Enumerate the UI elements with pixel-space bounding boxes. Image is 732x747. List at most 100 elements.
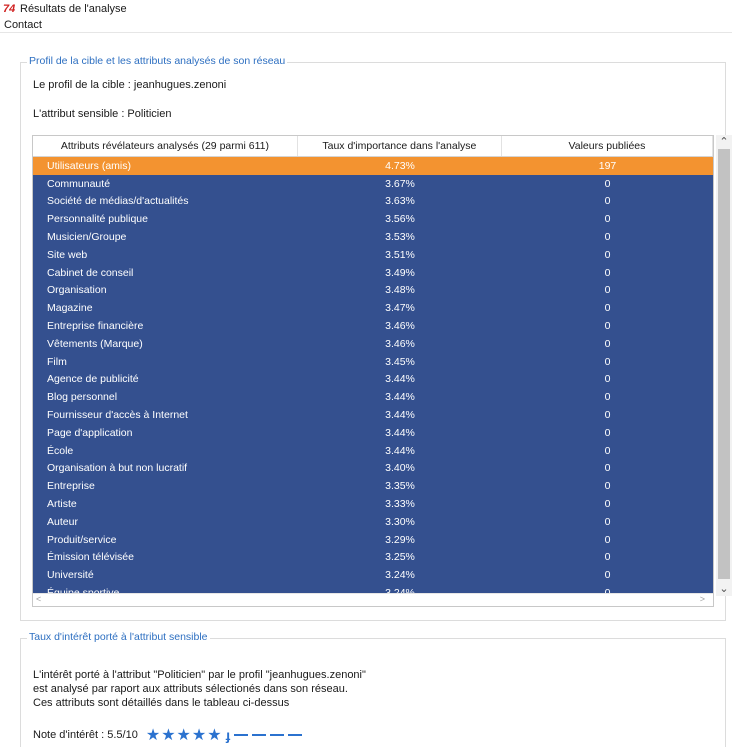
menu-contact[interactable]: Contact (4, 19, 42, 31)
attribute-cell: Agence de publicité (47, 373, 139, 386)
attribute-cell: Film (47, 355, 67, 368)
importance-cell: 3.51% (385, 248, 415, 261)
attribute-cell: Auteur (47, 515, 78, 528)
published-value-cell: 0 (604, 426, 611, 439)
rating-stars: ★ ★ ★ ★ ★ ɟ (146, 725, 306, 745)
published-value-cell: 0 (604, 248, 611, 261)
attribute-cell: Organisation à but non lucratif (47, 462, 188, 475)
app-logo-icon: 74 (3, 2, 16, 15)
column-header-importance[interactable]: Taux d'importance dans l'analyse (298, 136, 502, 156)
published-value-cell: 0 (604, 569, 611, 582)
table-row[interactable]: Film 3.45% 0 (33, 352, 713, 371)
table-row[interactable]: Émission télévisée 3.25% 0 (33, 548, 713, 567)
importance-cell: 4.73% (385, 159, 415, 172)
published-value-cell: 0 (604, 515, 611, 528)
attribute-cell: École (47, 444, 74, 457)
table-row[interactable]: École 3.44% 0 (33, 441, 713, 460)
scroll-down-icon[interactable]: ⌄ (716, 582, 732, 596)
star-icon: ★ (145, 727, 161, 744)
importance-cell: 3.44% (385, 426, 415, 439)
interest-description-line-3: Ces attributs sont détaillés dans le tab… (33, 697, 290, 709)
scrollbar-thumb[interactable] (718, 149, 730, 579)
table-row[interactable]: Agence de publicité 3.44% 0 (33, 370, 713, 389)
table-row[interactable]: Utilisateurs (amis) 4.73% 197 (33, 157, 713, 175)
table-row[interactable]: Entreprise financière 3.46% 0 (33, 317, 713, 335)
importance-cell: 3.47% (385, 302, 415, 315)
table-row[interactable]: Vêtements (Marque) 3.46% 0 (33, 334, 713, 353)
attribute-cell: Produit/service (47, 533, 117, 546)
importance-cell: 3.45% (385, 355, 415, 368)
horizontal-scrollbar[interactable]: < > (33, 593, 713, 606)
published-value-cell: 0 (604, 373, 611, 386)
importance-cell: 3.35% (385, 480, 415, 493)
attribute-cell: Utilisateurs (amis) (47, 159, 132, 172)
attribute-cell: Magazine (47, 302, 93, 315)
importance-cell: 3.33% (385, 498, 415, 511)
table-row[interactable]: Cabinet de conseil 3.49% 0 (33, 263, 713, 282)
published-value-cell: 0 (604, 284, 611, 297)
table-row[interactable]: Fournisseur d'accès à Internet 3.44% 0 (33, 406, 713, 424)
empty-rating-dash (288, 734, 303, 736)
table-row[interactable]: Blog personnel 3.44% 0 (33, 388, 713, 407)
importance-cell: 3.67% (385, 177, 415, 190)
attribute-cell: Université (47, 569, 94, 582)
published-value-cell: 0 (604, 533, 611, 546)
interest-score-row: Note d'intérêt : 5.5/10 ★ ★ ★ ★ ★ ɟ (33, 725, 306, 745)
column-header-attribute[interactable]: Attributs révélateurs analysés (29 parmi… (33, 136, 298, 156)
importance-cell: 3.63% (385, 195, 415, 208)
interest-description-line-2: est analysé par raport aux attributs sél… (33, 683, 348, 695)
table-row[interactable]: Organisation 3.48% 0 (33, 281, 713, 300)
table-row[interactable]: Musicien/Groupe 3.53% 0 (33, 228, 713, 246)
importance-cell: 3.29% (385, 533, 415, 546)
published-value-cell: 0 (604, 337, 611, 350)
sensitive-attribute-label: L'attribut sensible : Politicien (33, 108, 172, 120)
table-row[interactable]: Auteur 3.30% 0 (33, 512, 713, 531)
published-value-cell: 0 (604, 355, 611, 368)
table-row[interactable]: Page d'application 3.44% 0 (33, 423, 713, 442)
attribute-cell: Artiste (47, 498, 77, 511)
vertical-scrollbar[interactable]: ⌃ ⌄ (716, 135, 732, 596)
table-row[interactable]: Communauté 3.67% 0 (33, 174, 713, 193)
interest-description-line-1: L'intérêt porté à l'attribut "Politicien… (33, 669, 366, 681)
scroll-up-icon[interactable]: ⌃ (716, 135, 732, 149)
table-row[interactable]: Produit/service 3.29% 0 (33, 530, 713, 549)
star-icon: ★ (191, 727, 207, 744)
published-value-cell: 0 (604, 320, 611, 333)
importance-cell: 3.46% (385, 337, 415, 350)
table-row[interactable]: Université 3.24% 0 (33, 566, 713, 585)
empty-rating-dash (270, 734, 285, 736)
importance-cell: 3.48% (385, 284, 415, 297)
table-row[interactable]: Société de médias/d'actualités 3.63% 0 (33, 192, 713, 211)
attribute-cell: Entreprise financière (47, 320, 144, 333)
interest-group-title: Taux d'intérêt porté à l'attribut sensib… (27, 631, 210, 643)
column-header-published[interactable]: Valeurs publiées (502, 136, 713, 156)
attribute-cell: Société de médias/d'actualités (47, 195, 189, 208)
table-row[interactable]: Artiste 3.33% 0 (33, 495, 713, 513)
title-bar: 74 Résultats de l'analyse (0, 0, 732, 17)
window-title: Résultats de l'analyse (20, 2, 127, 15)
attribute-cell: Entreprise (47, 480, 95, 493)
table-row[interactable]: Magazine 3.47% 0 (33, 299, 713, 318)
table-row[interactable]: Personnalité publique 3.56% 0 (33, 210, 713, 229)
menu-bar: Contact (0, 17, 732, 33)
published-value-cell: 0 (604, 231, 611, 244)
published-value-cell: 0 (604, 391, 611, 404)
table-row[interactable]: Entreprise 3.35% 0 (33, 477, 713, 496)
attribute-cell: Site web (47, 248, 88, 261)
scroll-right-icon[interactable]: > (700, 594, 705, 604)
table-row[interactable]: Organisation à but non lucratif 3.40% 0 (33, 459, 713, 478)
importance-cell: 3.44% (385, 444, 415, 457)
profile-group: Profil de la cible et les attributs anal… (20, 55, 732, 621)
importance-cell: 3.44% (385, 373, 415, 386)
star-icon: ★ (161, 727, 176, 744)
importance-cell: 3.49% (385, 266, 415, 279)
scroll-left-icon[interactable]: < (36, 594, 41, 604)
table-header: Attributs révélateurs analysés (29 parmi… (33, 136, 713, 157)
published-value-cell: 0 (604, 480, 611, 493)
attribute-cell: Blog personnel (47, 391, 118, 404)
attribute-cell: Page d'application (47, 426, 133, 439)
table-row[interactable]: Site web 3.51% 0 (33, 245, 713, 264)
attribute-cell: Organisation (47, 284, 107, 297)
attribute-cell: Musicien/Groupe (47, 231, 127, 244)
published-value-cell: 0 (604, 177, 611, 190)
